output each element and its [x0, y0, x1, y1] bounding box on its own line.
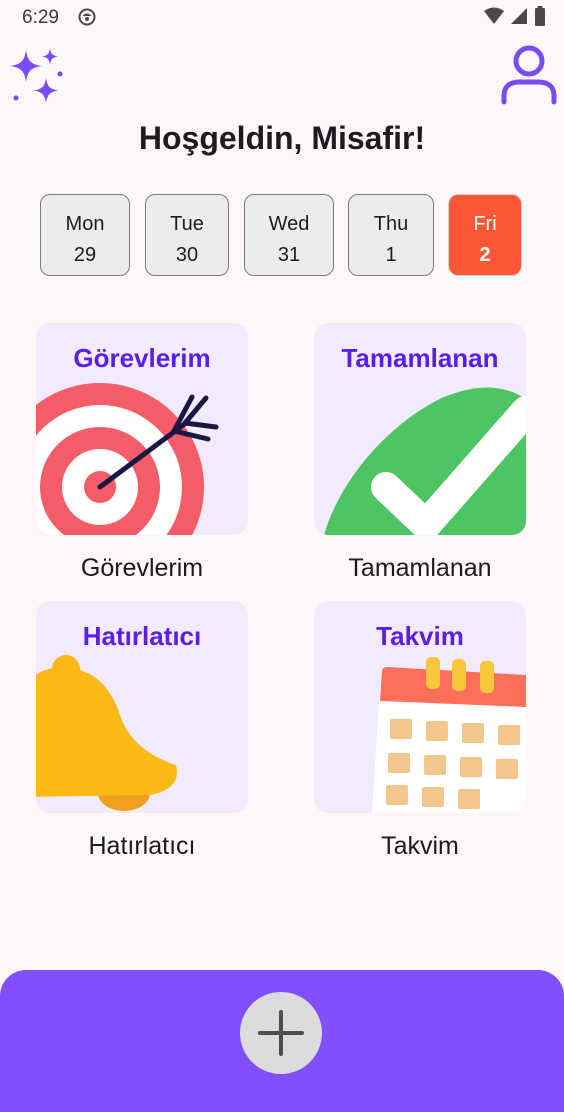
day-number: 31: [277, 244, 301, 266]
day-selector: Mon 29 Tue 30 Wed 31 Thu 1 Fri 2: [40, 194, 522, 278]
add-button[interactable]: [240, 992, 322, 1074]
day-chip-wed[interactable]: Wed 31: [244, 194, 334, 276]
page-title: Hoşgeldin, Misafir!: [138, 120, 426, 156]
card-title: Takvim: [376, 621, 464, 651]
status-icons: [484, 6, 546, 26]
card-title: Hatırlatıcı: [82, 621, 202, 651]
day-number: 29: [73, 244, 97, 266]
app-notification-icon: [78, 8, 96, 26]
card-tamamlanan[interactable]: Tamamlanan: [314, 323, 526, 535]
day-chip-tue[interactable]: Tue 30: [145, 194, 229, 276]
profile-icon[interactable]: [500, 44, 558, 106]
card-caption[interactable]: Tamamlanan: [290, 554, 550, 583]
plus-icon: [258, 1010, 304, 1056]
day-name: Tue: [170, 213, 204, 235]
bottom-bar: [0, 970, 564, 1112]
battery-icon: [535, 6, 545, 26]
card-title: Tamamlanan: [341, 343, 499, 373]
day-chip-thu[interactable]: Thu 1: [348, 194, 434, 276]
card-caption[interactable]: Hatırlatıcı: [12, 832, 272, 861]
day-chip-fri[interactable]: Fri 2: [448, 194, 522, 276]
wifi-icon: [484, 7, 504, 24]
card-caption[interactable]: Takvim: [290, 832, 550, 861]
day-number: 30: [175, 244, 199, 266]
day-name: Thu: [373, 213, 409, 235]
day-name: Mon: [65, 213, 105, 235]
status-bar: 6:29: [0, 0, 564, 36]
day-name: Wed: [268, 213, 310, 235]
day-number: 2: [479, 244, 491, 266]
signal-icon: [511, 8, 527, 24]
card-title: Görevlerim: [73, 343, 211, 373]
sparkles-icon[interactable]: [4, 44, 68, 108]
card-gorevlerim[interactable]: Görevlerim: [36, 323, 248, 535]
card-takvim[interactable]: Takvim: [314, 601, 526, 813]
card-caption[interactable]: Görevlerim: [12, 554, 272, 583]
day-number: 1: [385, 244, 397, 266]
day-name: Fri: [473, 213, 497, 235]
day-chip-mon[interactable]: Mon 29: [40, 194, 130, 276]
status-time: 6:29: [22, 7, 59, 28]
card-hatirlatici[interactable]: Hatırlatıcı: [36, 601, 248, 813]
